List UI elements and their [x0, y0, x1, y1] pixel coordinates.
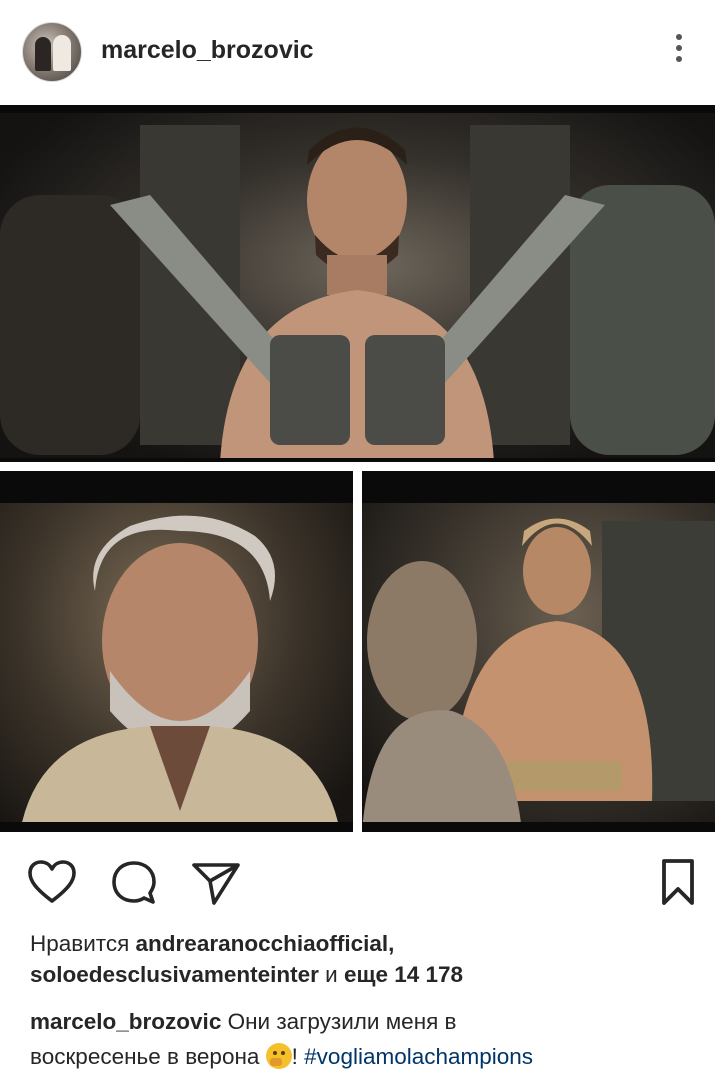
caption-hashtag[interactable]: #vogliamolachampions — [304, 1044, 533, 1069]
post-caption: marcelo_brozovic Они загрузили меня в во… — [30, 1004, 700, 1074]
likes-summary: Нравится andrearanocchiaofficial, soloed… — [30, 928, 690, 990]
bottom-left-panel — [0, 471, 353, 832]
likes-prefix: Нравится — [30, 931, 136, 956]
caption-text-2: воскресенье в верона — [30, 1044, 266, 1069]
post-image[interactable] — [0, 105, 715, 845]
thinking-face-emoji-icon — [265, 1043, 292, 1069]
liker-1[interactable]: andrearanocchiaofficial, — [136, 931, 395, 956]
caption-author[interactable]: marcelo_brozovic — [30, 1009, 221, 1034]
liker-2[interactable]: soloedesclusivamenteinter — [30, 962, 319, 987]
more-vertical-icon[interactable] — [668, 34, 690, 74]
bookmark-icon[interactable] — [652, 857, 704, 909]
post-username[interactable]: marcelo_brozovic — [101, 36, 314, 65]
heart-icon[interactable] — [26, 857, 78, 909]
bottom-right-panel — [362, 471, 715, 832]
send-icon[interactable] — [190, 857, 242, 909]
top-panel — [0, 105, 715, 462]
avatar-figure-right — [53, 35, 71, 71]
post-header: marcelo_brozovic — [0, 0, 715, 105]
profile-avatar[interactable] — [22, 22, 82, 82]
avatar-figure-left — [35, 37, 51, 71]
likes-count[interactable]: еще 14 178 — [344, 962, 463, 987]
comment-icon[interactable] — [108, 857, 160, 909]
caption-text-1: Они загрузили меня в — [221, 1009, 457, 1034]
action-bar — [0, 845, 715, 925]
likes-conjunction: и — [318, 962, 344, 987]
caption-text-3: ! — [291, 1044, 305, 1069]
